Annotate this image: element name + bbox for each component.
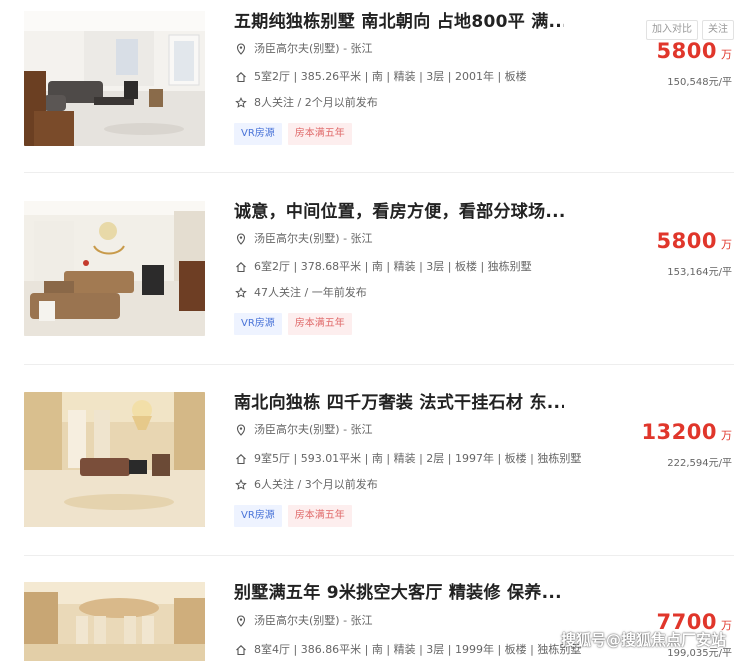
tag-list: VR房源 房本满五年: [234, 313, 352, 335]
house-icon: [234, 452, 248, 466]
house-details: 8室4厅 | 386.86平米 | 南 | 精装 | 3层 | 1999年 | …: [254, 643, 582, 656]
living-room-photo: [24, 392, 205, 527]
vr-tag: VR房源: [234, 123, 282, 145]
details-row: 6室2厅 | 378.68平米 | 南 | 精装 | 3层 | 板楼 | 独栋别…: [234, 259, 532, 275]
price-value: 5800: [656, 39, 717, 63]
unit-price: 222,594元/平: [667, 458, 732, 469]
listing-photo[interactable]: [24, 201, 205, 336]
divider: [24, 364, 734, 365]
listing-title[interactable]: 五期纯独栋别墅 南北朝向 占地800平 满...: [234, 11, 564, 33]
community-row: 汤臣高尔夫(别墅) - 张江: [234, 231, 373, 247]
house-icon: [234, 70, 248, 84]
house-details: 5室2厅 | 385.26平米 | 南 | 精装 | 3层 | 2001年 | …: [254, 70, 527, 83]
price-value: 13200: [641, 420, 717, 444]
price-unit: 万: [721, 429, 732, 442]
house-details: 9室5厅 | 593.01平米 | 南 | 精装 | 2层 | 1997年 | …: [254, 452, 582, 465]
price-unit: 万: [721, 238, 732, 251]
five-year-tag: 房本满五年: [287, 313, 352, 335]
tag-list: VR房源 房本满五年: [234, 505, 352, 527]
follow-button[interactable]: 关注: [702, 20, 734, 40]
price-unit: 万: [721, 48, 732, 61]
follow-info: 8人关注 / 2个月以前发布: [254, 96, 378, 109]
tag-list: VR房源 房本满五年: [234, 123, 352, 145]
follow-info-row: 8人关注 / 2个月以前发布: [234, 95, 378, 111]
total-price: 5800 万: [657, 229, 732, 253]
star-icon: [234, 478, 248, 492]
price-value: 5800: [656, 229, 717, 253]
listing-title[interactable]: 南北向独栋 四千万奢装 法式干挂石材 东...: [234, 392, 564, 414]
listing-title[interactable]: 别墅满五年 9米挑空大客厅 精装修 保养...: [234, 582, 564, 604]
location-pin-icon: [234, 232, 248, 246]
listing-photo[interactable]: [24, 11, 205, 146]
listing-item-3[interactable]: 南北向独栋 四千万奢装 法式干挂石材 东... 汤臣高尔夫(别墅) - 张江 9…: [0, 392, 740, 582]
follow-info-row: 6人关注 / 3个月以前发布: [234, 477, 378, 493]
details-row: 9室5厅 | 593.01平米 | 南 | 精装 | 2层 | 1997年 | …: [234, 451, 581, 467]
star-icon: [234, 96, 248, 110]
living-room-photo: [24, 201, 205, 336]
location-pin-icon: [234, 423, 248, 437]
star-icon: [234, 286, 248, 300]
watermark: 搜狐号@搜狐焦点厂安站: [560, 631, 726, 649]
community-link[interactable]: 汤臣高尔夫(别墅) - 张江: [254, 613, 373, 629]
divider: [24, 555, 734, 556]
house-icon: [234, 260, 248, 274]
unit-price: 153,164元/平: [667, 267, 732, 278]
community-row: 汤臣高尔夫(别墅) - 张江: [234, 422, 373, 438]
location-pin-icon: [234, 614, 248, 628]
listing-photo[interactable]: [24, 582, 205, 661]
listing-title[interactable]: 诚意，中间位置，看房方便，看部分球场...: [234, 201, 564, 223]
community-link[interactable]: 汤臣高尔夫(别墅) - 张江: [254, 41, 373, 57]
community-row: 汤臣高尔夫(别墅) - 张江: [234, 613, 373, 629]
house-icon: [234, 643, 248, 657]
listing-item-1[interactable]: 五期纯独栋别墅 南北朝向 占地800平 满... 加入对比 关注 汤臣高尔夫(别…: [0, 11, 740, 201]
community-row: 汤臣高尔夫(别墅) - 张江: [234, 41, 373, 57]
vr-tag: VR房源: [234, 505, 282, 527]
follow-info: 6人关注 / 3个月以前发布: [254, 478, 378, 491]
living-room-photo: [24, 11, 205, 146]
unit-price: 150,548元/平: [667, 77, 732, 88]
follow-info-row: 47人关注 / 一年前发布: [234, 285, 367, 301]
add-compare-button[interactable]: 加入对比: [646, 20, 698, 40]
vr-tag: VR房源: [234, 313, 282, 335]
community-link[interactable]: 汤臣高尔夫(别墅) - 张江: [254, 422, 373, 438]
five-year-tag: 房本满五年: [287, 123, 352, 145]
total-price: 5800 万: [657, 39, 732, 63]
house-details: 6室2厅 | 378.68平米 | 南 | 精装 | 3层 | 板楼 | 独栋别…: [254, 260, 532, 273]
location-pin-icon: [234, 42, 248, 56]
details-row: 8室4厅 | 386.86平米 | 南 | 精装 | 3层 | 1999年 | …: [234, 642, 581, 658]
five-year-tag: 房本满五年: [287, 505, 352, 527]
listing-item-2[interactable]: 诚意，中间位置，看房方便，看部分球场... 汤臣高尔夫(别墅) - 张江 6室2…: [0, 201, 740, 391]
living-room-photo: [24, 582, 205, 661]
total-price: 13200 万: [641, 420, 732, 444]
details-row: 5室2厅 | 385.26平米 | 南 | 精装 | 3层 | 2001年 | …: [234, 69, 527, 85]
listing-photo[interactable]: [24, 392, 205, 527]
divider: [24, 172, 734, 173]
follow-info: 47人关注 / 一年前发布: [254, 286, 367, 299]
community-link[interactable]: 汤臣高尔夫(别墅) - 张江: [254, 231, 373, 247]
